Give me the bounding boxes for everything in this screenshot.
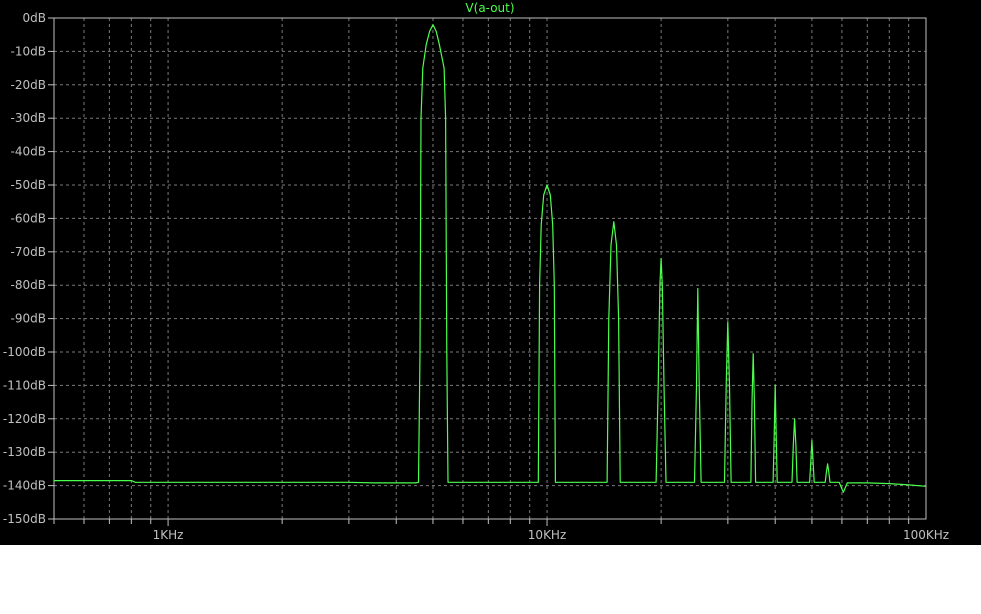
frequency-response-chart: 0dB -10dB -20dB -30dB -40dB -50dB -60dB -70dB -8… [0,0,981,545]
plot-window: 0dB -10dB -20dB -30dB -40dB -50dB -60dB -70dB -8… [0,0,981,545]
y-tick-label: -30dB [11,111,46,125]
y-tick-label: -110dB [3,378,46,392]
blank-area [0,545,981,614]
y-tick-label: -120dB [3,412,46,426]
x-tick-label: 100KHz [903,528,949,542]
y-tick-label: -20dB [11,78,46,92]
y-tick-label: -100dB [3,345,46,359]
y-tick-label: -60dB [11,211,46,225]
y-tick-label: -130dB [3,445,46,459]
y-tick-label: -80dB [11,278,46,292]
trace-title[interactable]: V(a-out) [465,1,514,15]
y-tick-label: 0dB [23,11,46,25]
y-tick-label: -150dB [3,512,46,526]
y-tick-label: -40dB [11,145,46,159]
x-tick-label: 1KHz [153,528,184,542]
plot-background [0,0,981,545]
y-tick-label: -50dB [11,178,46,192]
x-tick-label: 10KHz [528,528,566,542]
y-tick-label: -90dB [11,312,46,326]
y-tick-label: -10dB [11,44,46,58]
y-tick-label: -70dB [11,245,46,259]
y-tick-label: -140dB [3,479,46,493]
